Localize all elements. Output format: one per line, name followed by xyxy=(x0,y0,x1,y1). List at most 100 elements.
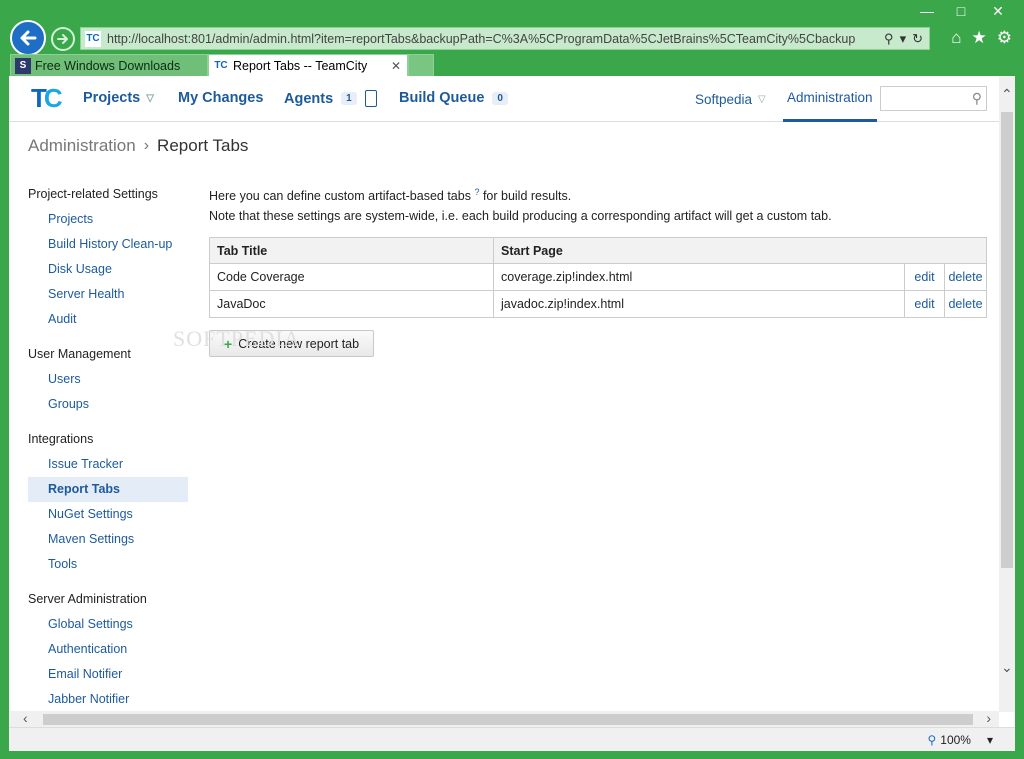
arrow-left-icon xyxy=(20,30,37,46)
help-icon[interactable]: ? xyxy=(474,187,479,197)
nav-build-queue[interactable]: Build Queue 0 xyxy=(399,90,508,106)
forward-button[interactable] xyxy=(51,27,75,51)
delete-link[interactable]: delete xyxy=(944,290,987,318)
sidebar-item-report-tabs[interactable]: Report Tabs xyxy=(28,477,188,502)
dropdown-icon[interactable]: ▾ xyxy=(900,31,907,47)
teamcity-logo[interactable]: TC xyxy=(31,84,63,112)
tab-title-cell: JavaDoc xyxy=(209,290,494,318)
sidebar-item-global-settings[interactable]: Global Settings xyxy=(28,612,188,637)
address-bar[interactable]: TC http://localhost:801/admin/admin.html… xyxy=(80,27,930,50)
tab-report-tabs-teamcity[interactable]: TC Report Tabs -- TeamCity ✕ xyxy=(208,54,408,76)
edit-link[interactable]: edit xyxy=(904,290,945,318)
edit-link[interactable]: edit xyxy=(904,263,945,291)
sidebar-group-title: Integrations xyxy=(28,432,94,446)
nav-projects[interactable]: Projects ▽ xyxy=(83,90,154,106)
user-name: Softpedia xyxy=(695,92,753,107)
sidebar-item-email-notifier[interactable]: Email Notifier xyxy=(28,662,188,687)
softpedia-watermark: SOFTPEDIA xyxy=(173,326,301,351)
nav-build-queue-label: Build Queue xyxy=(399,90,485,106)
chevron-up-icon[interactable]: ⌃ xyxy=(1001,86,1013,103)
sidebar-item-issue-tracker[interactable]: Issue Tracker xyxy=(28,452,188,477)
browser-tabs: S Free Windows Downloads TC Report Tabs … xyxy=(10,54,434,76)
table-row: Code Coverage coverage.zip!index.html ed… xyxy=(209,263,987,291)
chevron-left-icon[interactable]: ‹ xyxy=(23,710,28,726)
maximize-button[interactable]: □ xyxy=(944,0,978,22)
nav-my-changes[interactable]: My Changes xyxy=(178,90,263,106)
sidebar-item-disk-usage[interactable]: Disk Usage xyxy=(28,257,188,282)
start-page-cell: coverage.zip!index.html xyxy=(493,263,905,291)
breadcrumb-administration[interactable]: Administration xyxy=(28,136,136,156)
nav-projects-label: Projects xyxy=(83,90,141,106)
sidebar-item-authentication[interactable]: Authentication xyxy=(28,637,188,662)
window-controls: — □ ✕ xyxy=(910,0,1018,22)
softpedia-favicon-icon: S xyxy=(15,57,31,74)
minimize-button[interactable]: — xyxy=(910,0,944,22)
nav-administration[interactable]: Administration xyxy=(783,76,877,122)
start-page-cell: javadoc.zip!index.html xyxy=(493,290,905,318)
tab-label: Free Windows Downloads xyxy=(35,58,181,73)
page-viewport: TC Projects ▽ My Changes Agents 1 Build … xyxy=(9,76,1015,727)
zoom-level: 100% xyxy=(940,733,971,747)
sidebar-item-jabber-notifier[interactable]: Jabber Notifier xyxy=(28,687,188,712)
agents-count-badge: 1 xyxy=(341,92,357,105)
chevron-right-icon: › xyxy=(143,137,150,154)
tab-free-windows-downloads[interactable]: S Free Windows Downloads xyxy=(10,54,208,76)
refresh-icon[interactable]: ↻ xyxy=(912,31,923,47)
home-icon[interactable]: ⌂ xyxy=(951,28,961,48)
url-text[interactable]: http://localhost:801/admin/admin.html?it… xyxy=(107,32,877,46)
chevron-down-icon[interactable]: ▽ xyxy=(758,94,766,105)
table-row: JavaDoc javadoc.zip!index.html edit dele… xyxy=(209,290,987,318)
chevron-down-icon[interactable]: ▾ xyxy=(987,733,993,747)
scrollbar-thumb[interactable] xyxy=(1001,112,1013,568)
vertical-scrollbar[interactable]: ⌃ ⌄ xyxy=(999,76,1015,712)
teamcity-favicon-icon: TC xyxy=(214,60,228,71)
scrollbar-thumb[interactable] xyxy=(43,714,973,725)
horizontal-scrollbar[interactable]: ‹ › xyxy=(9,710,999,727)
search-input[interactable]: ⚲ xyxy=(880,86,987,111)
zoom-icon: ⚲ xyxy=(927,733,937,747)
intro-line-1-end: for build results. xyxy=(482,189,572,204)
arrow-right-icon xyxy=(57,34,68,44)
search-icon[interactable]: ⚲ xyxy=(972,90,982,107)
zoom-control[interactable]: ⚲ 100% ▾ xyxy=(927,733,993,747)
delete-link[interactable]: delete xyxy=(944,263,987,291)
chevron-right-icon[interactable]: › xyxy=(986,710,991,726)
sidebar-item-audit[interactable]: Audit xyxy=(28,307,188,332)
back-button[interactable] xyxy=(10,20,46,56)
chevron-down-icon[interactable]: ⌄ xyxy=(1001,659,1013,676)
status-bar: ⚲ 100% ▾ xyxy=(9,727,1015,751)
main-content: Here you can define custom artifact-base… xyxy=(209,182,989,357)
page-title: Report Tabs xyxy=(157,136,249,155)
column-header-tab-title: Tab Title xyxy=(209,237,494,264)
nav-agents-label: Agents xyxy=(284,90,334,107)
new-tab-button[interactable] xyxy=(408,54,434,76)
sidebar-item-projects[interactable]: Projects xyxy=(28,207,188,232)
search-icon[interactable]: ⚲ xyxy=(884,31,894,47)
intro-text: Here you can define custom artifact-base… xyxy=(209,182,989,226)
intro-line-1: Here you can define custom artifact-base… xyxy=(209,189,471,204)
sidebar-item-build-history-clean-up[interactable]: Build History Clean-up xyxy=(28,232,188,257)
close-tab-icon[interactable]: ✕ xyxy=(391,59,401,73)
chevron-down-icon[interactable]: ▽ xyxy=(146,93,154,104)
gear-icon[interactable]: ⚙ xyxy=(997,28,1012,48)
sidebar-group-title: Server Administration xyxy=(28,592,147,606)
sidebar-item-groups[interactable]: Groups xyxy=(28,392,188,417)
sidebar-item-users[interactable]: Users xyxy=(28,367,188,392)
favorites-star-icon[interactable]: ★ xyxy=(972,28,987,48)
sidebar-item-maven-settings[interactable]: Maven Settings xyxy=(28,527,188,552)
sidebar-item-tools[interactable]: Tools xyxy=(28,552,188,577)
teamcity-header: TC Projects ▽ My Changes Agents 1 Build … xyxy=(9,76,999,122)
build-queue-count-badge: 0 xyxy=(492,91,508,105)
sidebar-item-server-health[interactable]: Server Health xyxy=(28,282,188,307)
teamcity-favicon-icon: TC xyxy=(85,30,101,47)
sidebar-item-nuget-settings[interactable]: NuGet Settings xyxy=(28,502,188,527)
tab-title-cell: Code Coverage xyxy=(209,263,494,291)
close-window-button[interactable]: ✕ xyxy=(978,0,1018,22)
nav-my-changes-label: My Changes xyxy=(178,90,264,106)
user-menu[interactable]: Softpedia ▽ xyxy=(695,92,766,107)
admin-sidebar: Project-related Settings Projects Build … xyxy=(28,182,188,712)
sidebar-group-title: User Management xyxy=(28,347,131,361)
column-header-start-page: Start Page xyxy=(493,237,987,264)
intro-line-2: Note that these settings are system-wide… xyxy=(209,209,832,224)
nav-agents[interactable]: Agents 1 xyxy=(284,90,377,107)
